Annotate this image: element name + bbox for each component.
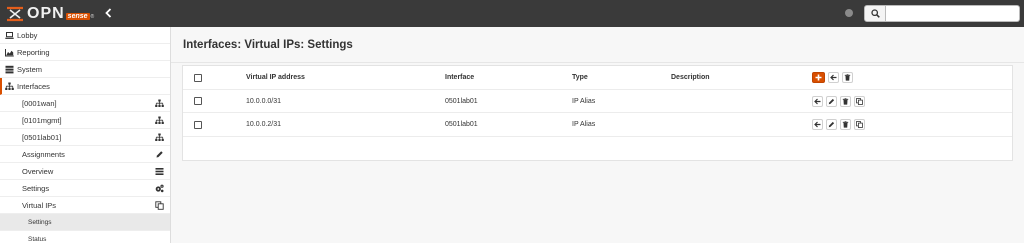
- copy-icon: [155, 201, 164, 210]
- virtual-ips-table: Virtual IP address Interface Type Descri…: [182, 65, 1013, 161]
- logo-sense-text: sense: [65, 13, 90, 20]
- row-delete-button[interactable]: [840, 119, 851, 130]
- row-clone-button[interactable]: [854, 119, 865, 130]
- sidebar-item-label: Settings: [22, 183, 50, 193]
- search-icon: [870, 9, 880, 18]
- row-edit-button[interactable]: [826, 119, 837, 130]
- sidebar-item-reporting[interactable]: Reporting: [0, 44, 170, 61]
- main-content: Interfaces: Virtual IPs: Settings Virtua…: [171, 27, 1024, 243]
- table-header-row: Virtual IP address Interface Type Descri…: [183, 66, 1012, 90]
- copy-icon: [856, 121, 863, 128]
- sitemap-icon: [155, 133, 164, 142]
- arrow-left-icon: [814, 98, 821, 104]
- sidebar-item-label: Interfaces: [17, 81, 50, 91]
- sidebar-item-label: Assignments: [22, 149, 65, 159]
- sitemap-icon: [5, 82, 14, 91]
- search-button[interactable]: [864, 5, 886, 22]
- cell-interface: 0501lab01: [445, 121, 478, 128]
- sidebar-item-overview[interactable]: Overview: [0, 163, 170, 180]
- sidebar-item-interfaces[interactable]: Interfaces: [0, 78, 170, 95]
- opnsense-logo-icon: [6, 6, 24, 22]
- trash-icon: [842, 97, 849, 105]
- delete-selected-button[interactable]: [842, 72, 853, 83]
- sidebar: Lobby Reporting System Interfaces [0001w…: [0, 27, 171, 243]
- page-title: Interfaces: Virtual IPs: Settings: [183, 39, 353, 51]
- column-header-description[interactable]: Description: [671, 66, 710, 89]
- status-indicator[interactable]: [845, 9, 853, 17]
- sitemap-icon: [155, 116, 164, 125]
- arrow-left-icon: [830, 74, 837, 81]
- header-actions: [812, 66, 853, 89]
- opnsense-logo[interactable]: OPN sense ®: [6, 5, 94, 23]
- sidebar-item-lobby[interactable]: Lobby: [0, 27, 170, 44]
- row-clone-button[interactable]: [854, 95, 865, 107]
- pencil-icon: [155, 150, 164, 159]
- copy-icon: [856, 97, 863, 105]
- column-header-type[interactable]: Type: [572, 66, 588, 89]
- sitemap-icon: [155, 99, 164, 108]
- row-checkbox[interactable]: [194, 120, 202, 129]
- search-input[interactable]: [886, 5, 1020, 22]
- sidebar-item-label: Overview: [22, 166, 54, 176]
- sidebar-item-virtual-ips-status[interactable]: Status: [0, 231, 170, 243]
- pencil-icon: [828, 98, 835, 104]
- server-icon: [5, 65, 14, 74]
- top-navbar: OPN sense ®: [0, 0, 1024, 27]
- arrow-left-icon: [814, 121, 821, 128]
- cogs-icon: [155, 184, 164, 193]
- cell-interface: 0501lab01: [445, 97, 478, 105]
- laptop-icon: [5, 31, 14, 40]
- row-delete-button[interactable]: [840, 95, 851, 107]
- sidebar-item-0501lab01[interactable]: [0501lab01]: [0, 129, 170, 146]
- logo-opn-text: OPN: [27, 5, 65, 22]
- chevron-left-icon: [104, 8, 111, 18]
- column-header-interface[interactable]: Interface: [445, 66, 474, 89]
- title-divider: [171, 62, 1024, 63]
- row-actions: [812, 113, 865, 136]
- row-edit-button[interactable]: [826, 95, 837, 107]
- column-header-virtual-ip[interactable]: Virtual IP address: [246, 66, 305, 89]
- area-chart-icon: [5, 48, 14, 57]
- row-checkbox[interactable]: [194, 97, 202, 105]
- sidebar-item-label: [0101mgmt]: [22, 115, 62, 125]
- sidebar-item-label: Lobby: [17, 30, 38, 40]
- cell-type: IP Alias: [572, 97, 596, 105]
- sidebar-item-label: Reporting: [17, 47, 50, 57]
- cell-virtual-ip: 10.0.0.2/31: [246, 121, 282, 128]
- list-icon: [155, 167, 164, 176]
- sidebar-item-virtual-ips[interactable]: Virtual IPs: [0, 197, 170, 214]
- sidebar-item-assignments[interactable]: Assignments: [0, 146, 170, 163]
- pencil-icon: [828, 121, 835, 128]
- sidebar-item-0101mgmt[interactable]: [0101mgmt]: [0, 112, 170, 129]
- sidebar-item-label: Settings: [28, 218, 52, 226]
- cell-type: IP Alias: [572, 121, 596, 128]
- row-apply-button[interactable]: [812, 119, 823, 130]
- cell-virtual-ip: 10.0.0.0/31: [246, 97, 282, 105]
- trash-icon: [842, 121, 849, 128]
- sidebar-item-label: [0501lab01]: [22, 132, 62, 142]
- sidebar-item-label: [0001wan]: [22, 98, 57, 108]
- select-all-checkbox[interactable]: [194, 73, 202, 82]
- logo-registered-mark: ®: [90, 14, 95, 20]
- sidebar-item-virtual-ips-settings[interactable]: Settings: [0, 214, 170, 231]
- apply-button[interactable]: [828, 72, 839, 83]
- row-actions: [812, 90, 865, 112]
- sidebar-item-label: Virtual IPs: [22, 200, 57, 210]
- sidebar-item-settings[interactable]: Settings: [0, 180, 170, 197]
- table-row: 10.0.0.0/31 0501lab01 IP Alias: [183, 90, 1012, 113]
- row-apply-button[interactable]: [812, 95, 823, 107]
- sidebar-item-label: Status: [28, 235, 47, 243]
- table-row: 10.0.0.2/31 0501lab01 IP Alias: [183, 113, 1012, 137]
- collapse-sidebar-button[interactable]: [102, 6, 114, 20]
- sidebar-item-0001wan[interactable]: [0001wan]: [0, 95, 170, 112]
- sidebar-item-label: System: [17, 64, 43, 74]
- add-button[interactable]: [812, 72, 825, 83]
- trash-icon: [844, 74, 851, 81]
- plus-icon: [815, 74, 822, 81]
- sidebar-item-system[interactable]: System: [0, 61, 170, 78]
